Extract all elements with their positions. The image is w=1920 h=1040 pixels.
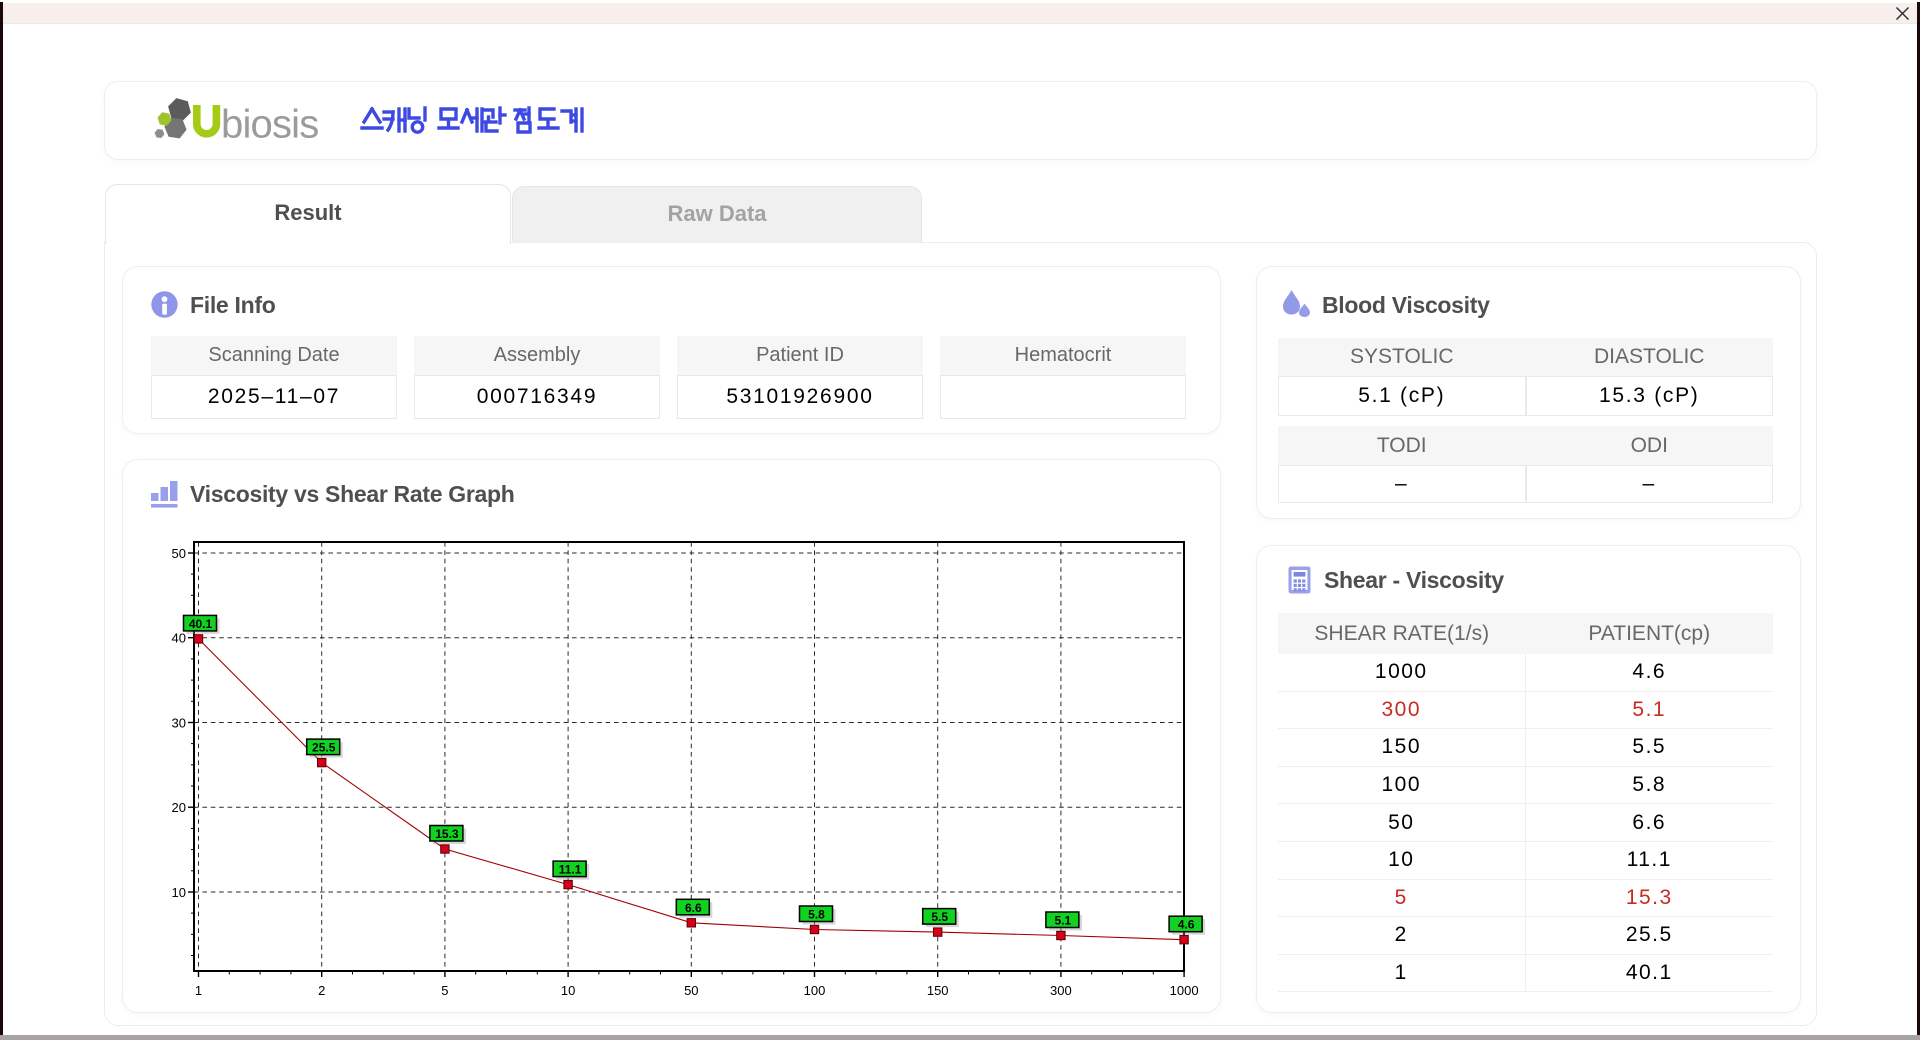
svg-text:50: 50 bbox=[684, 983, 698, 998]
svg-text:biosis: biosis bbox=[221, 103, 318, 147]
svg-text:25.5: 25.5 bbox=[312, 741, 336, 755]
svg-text:100: 100 bbox=[804, 983, 826, 998]
svg-text:1: 1 bbox=[195, 983, 202, 998]
svg-text:150: 150 bbox=[927, 983, 949, 998]
svg-text:5.1: 5.1 bbox=[1055, 914, 1072, 928]
svg-text:30: 30 bbox=[172, 716, 186, 731]
svg-text:300: 300 bbox=[1050, 983, 1072, 998]
svg-text:5: 5 bbox=[441, 983, 448, 998]
svg-text:1000: 1000 bbox=[1170, 983, 1199, 998]
svg-text:10: 10 bbox=[561, 983, 575, 998]
svg-text:5.5: 5.5 bbox=[931, 910, 948, 924]
svg-text:50: 50 bbox=[172, 546, 186, 561]
svg-text:15.3: 15.3 bbox=[435, 827, 459, 841]
svg-text:5.8: 5.8 bbox=[808, 908, 825, 922]
svg-text:20: 20 bbox=[172, 800, 186, 815]
svg-text:40: 40 bbox=[172, 631, 186, 646]
svg-text:40.1: 40.1 bbox=[189, 617, 213, 631]
svg-text:6.6: 6.6 bbox=[685, 901, 702, 915]
svg-text:4.6: 4.6 bbox=[1178, 918, 1195, 932]
svg-text:10: 10 bbox=[172, 885, 186, 900]
svg-text:11.1: 11.1 bbox=[559, 863, 582, 877]
svg-text:2: 2 bbox=[318, 983, 325, 998]
